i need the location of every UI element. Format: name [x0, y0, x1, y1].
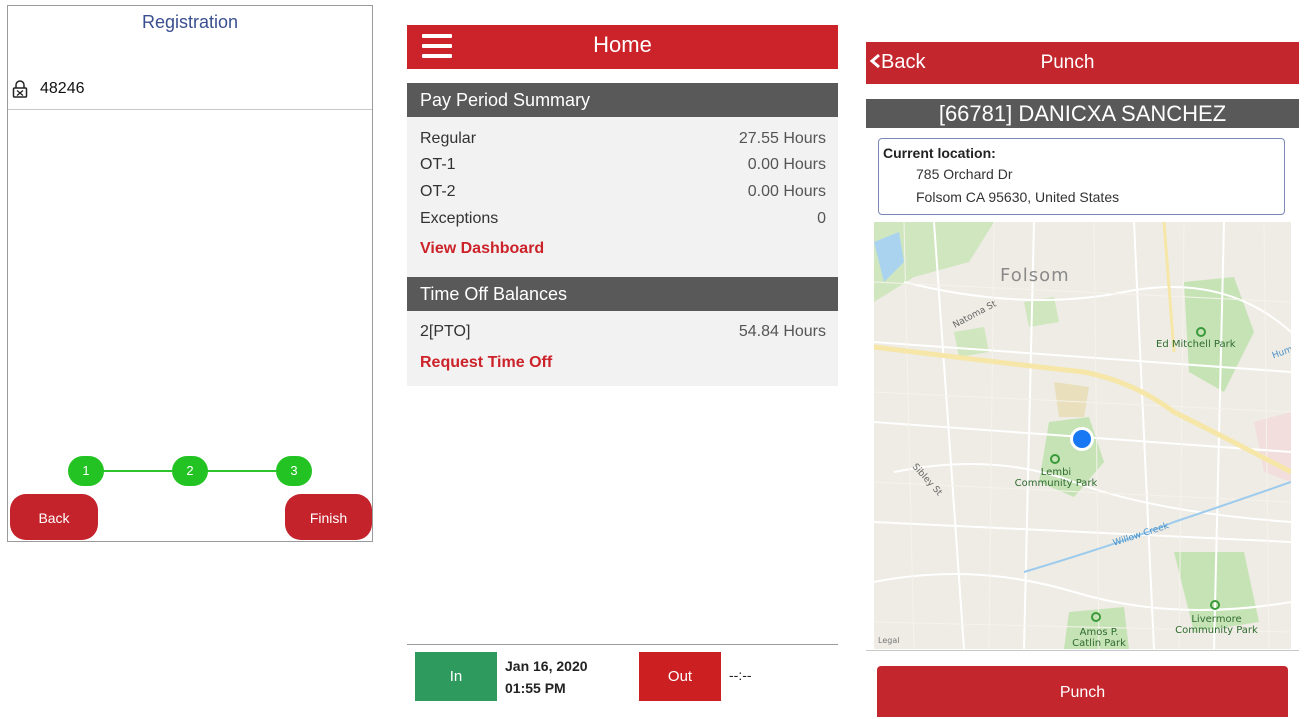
punch-title: Punch: [1040, 52, 1095, 73]
summary-label: Exceptions: [420, 210, 499, 227]
summary-value: 0: [817, 210, 826, 227]
map-label-park: Lembi Community Park: [1001, 467, 1111, 489]
map-label-park-line: Lembi: [1040, 467, 1072, 478]
punch-in-time: 01:55 PM: [505, 680, 566, 696]
punch-divider: [866, 650, 1299, 651]
step-3-indicator: 3: [276, 456, 312, 486]
balance-value: 54.84 Hours: [738, 323, 826, 340]
summary-row-ot2: OT-2 0.00 Hours: [420, 183, 826, 205]
punch-bar-divider: [407, 644, 838, 645]
registration-id-row: 48246: [8, 70, 372, 110]
summary-row-regular: Regular 27.55 Hours: [420, 130, 826, 152]
punch-screen: Back Punch [66781] DANICXA SANCHEZ Curre…: [866, 42, 1299, 717]
map-label-park: Amos P. Catlin Park: [1059, 627, 1139, 649]
view-dashboard-link[interactable]: View Dashboard: [420, 240, 544, 258]
finish-button[interactable]: Finish: [285, 494, 372, 540]
current-location-heading: Current location:: [883, 145, 996, 161]
registration-title: Registration: [141, 12, 239, 32]
summary-row-exceptions: Exceptions 0: [420, 210, 826, 232]
map-legal-link[interactable]: Legal: [878, 636, 899, 645]
step-2-indicator: 2: [172, 456, 208, 486]
home-screen: Home Pay Period Summary Regular 27.55 Ho…: [407, 25, 838, 705]
summary-label: OT-2: [420, 183, 456, 200]
map-graphic: [874, 222, 1291, 649]
map-label-park-line: Catlin Park: [1072, 638, 1126, 649]
summary-value: 0.00 Hours: [747, 156, 826, 173]
pay-period-summary-box: Regular 27.55 Hours OT-1 0.00 Hours OT-2…: [407, 117, 838, 277]
summary-value: 0.00 Hours: [747, 183, 826, 200]
map-label-park-line: Amos P.: [1079, 627, 1119, 638]
location-map[interactable]: Folsom Natoma St Sibley St Willow Creek …: [874, 222, 1291, 649]
last-punch-in: Jan 16, 2020 01:55 PM: [505, 655, 588, 699]
summary-row-ot1: OT-1 0.00 Hours: [420, 156, 826, 178]
map-label-park-line: Community Park: [1014, 478, 1098, 489]
time-off-balances-box: 2[PTO] 54.84 Hours Request Time Off: [407, 311, 838, 386]
punch-out-button[interactable]: Out: [639, 652, 721, 701]
summary-label: Regular: [420, 130, 477, 147]
step-1-indicator: 1: [68, 456, 104, 486]
registration-id-value: 48246: [40, 80, 85, 97]
home-title: Home: [593, 32, 652, 57]
time-off-balances-header: Time Off Balances: [407, 277, 838, 311]
summary-label: OT-1: [420, 156, 456, 173]
punch-out-time: --:--: [729, 667, 752, 683]
lock-icon: [12, 80, 28, 98]
pay-period-summary-header: Pay Period Summary: [407, 83, 838, 117]
punch-in-button[interactable]: In: [415, 652, 497, 701]
map-label-park-line: Community Park: [1175, 625, 1258, 636]
address-line-2: Folsom CA 95630, United States: [916, 189, 1120, 205]
registration-screen: Registration 48246 1 2 3 Back Finish: [7, 5, 373, 542]
summary-value: 27.55 Hours: [738, 130, 826, 147]
punch-in-date: Jan 16, 2020: [505, 658, 588, 674]
back-button[interactable]: Back: [10, 494, 98, 540]
current-location-box: Current location: 785 Orchard Dr Folsom …: [878, 138, 1285, 215]
punch-header: Back Punch: [866, 42, 1299, 84]
map-label-park-line: Livermore: [1191, 614, 1242, 625]
punch-button[interactable]: Punch: [877, 666, 1288, 717]
balance-row-pto: 2[PTO] 54.84 Hours: [420, 323, 826, 345]
home-header: Home: [407, 25, 838, 69]
map-label-city: Folsom: [1000, 265, 1070, 286]
map-label-park: Livermore Community Park: [1164, 614, 1269, 636]
request-time-off-link[interactable]: Request Time Off: [420, 354, 552, 372]
address-line-1: 785 Orchard Dr: [916, 166, 1013, 182]
employee-name: [66781] DANICXA SANCHEZ: [866, 99, 1299, 128]
balance-label: 2[PTO]: [420, 323, 471, 340]
map-label-park: Ed Mitchell Park: [1156, 339, 1236, 350]
